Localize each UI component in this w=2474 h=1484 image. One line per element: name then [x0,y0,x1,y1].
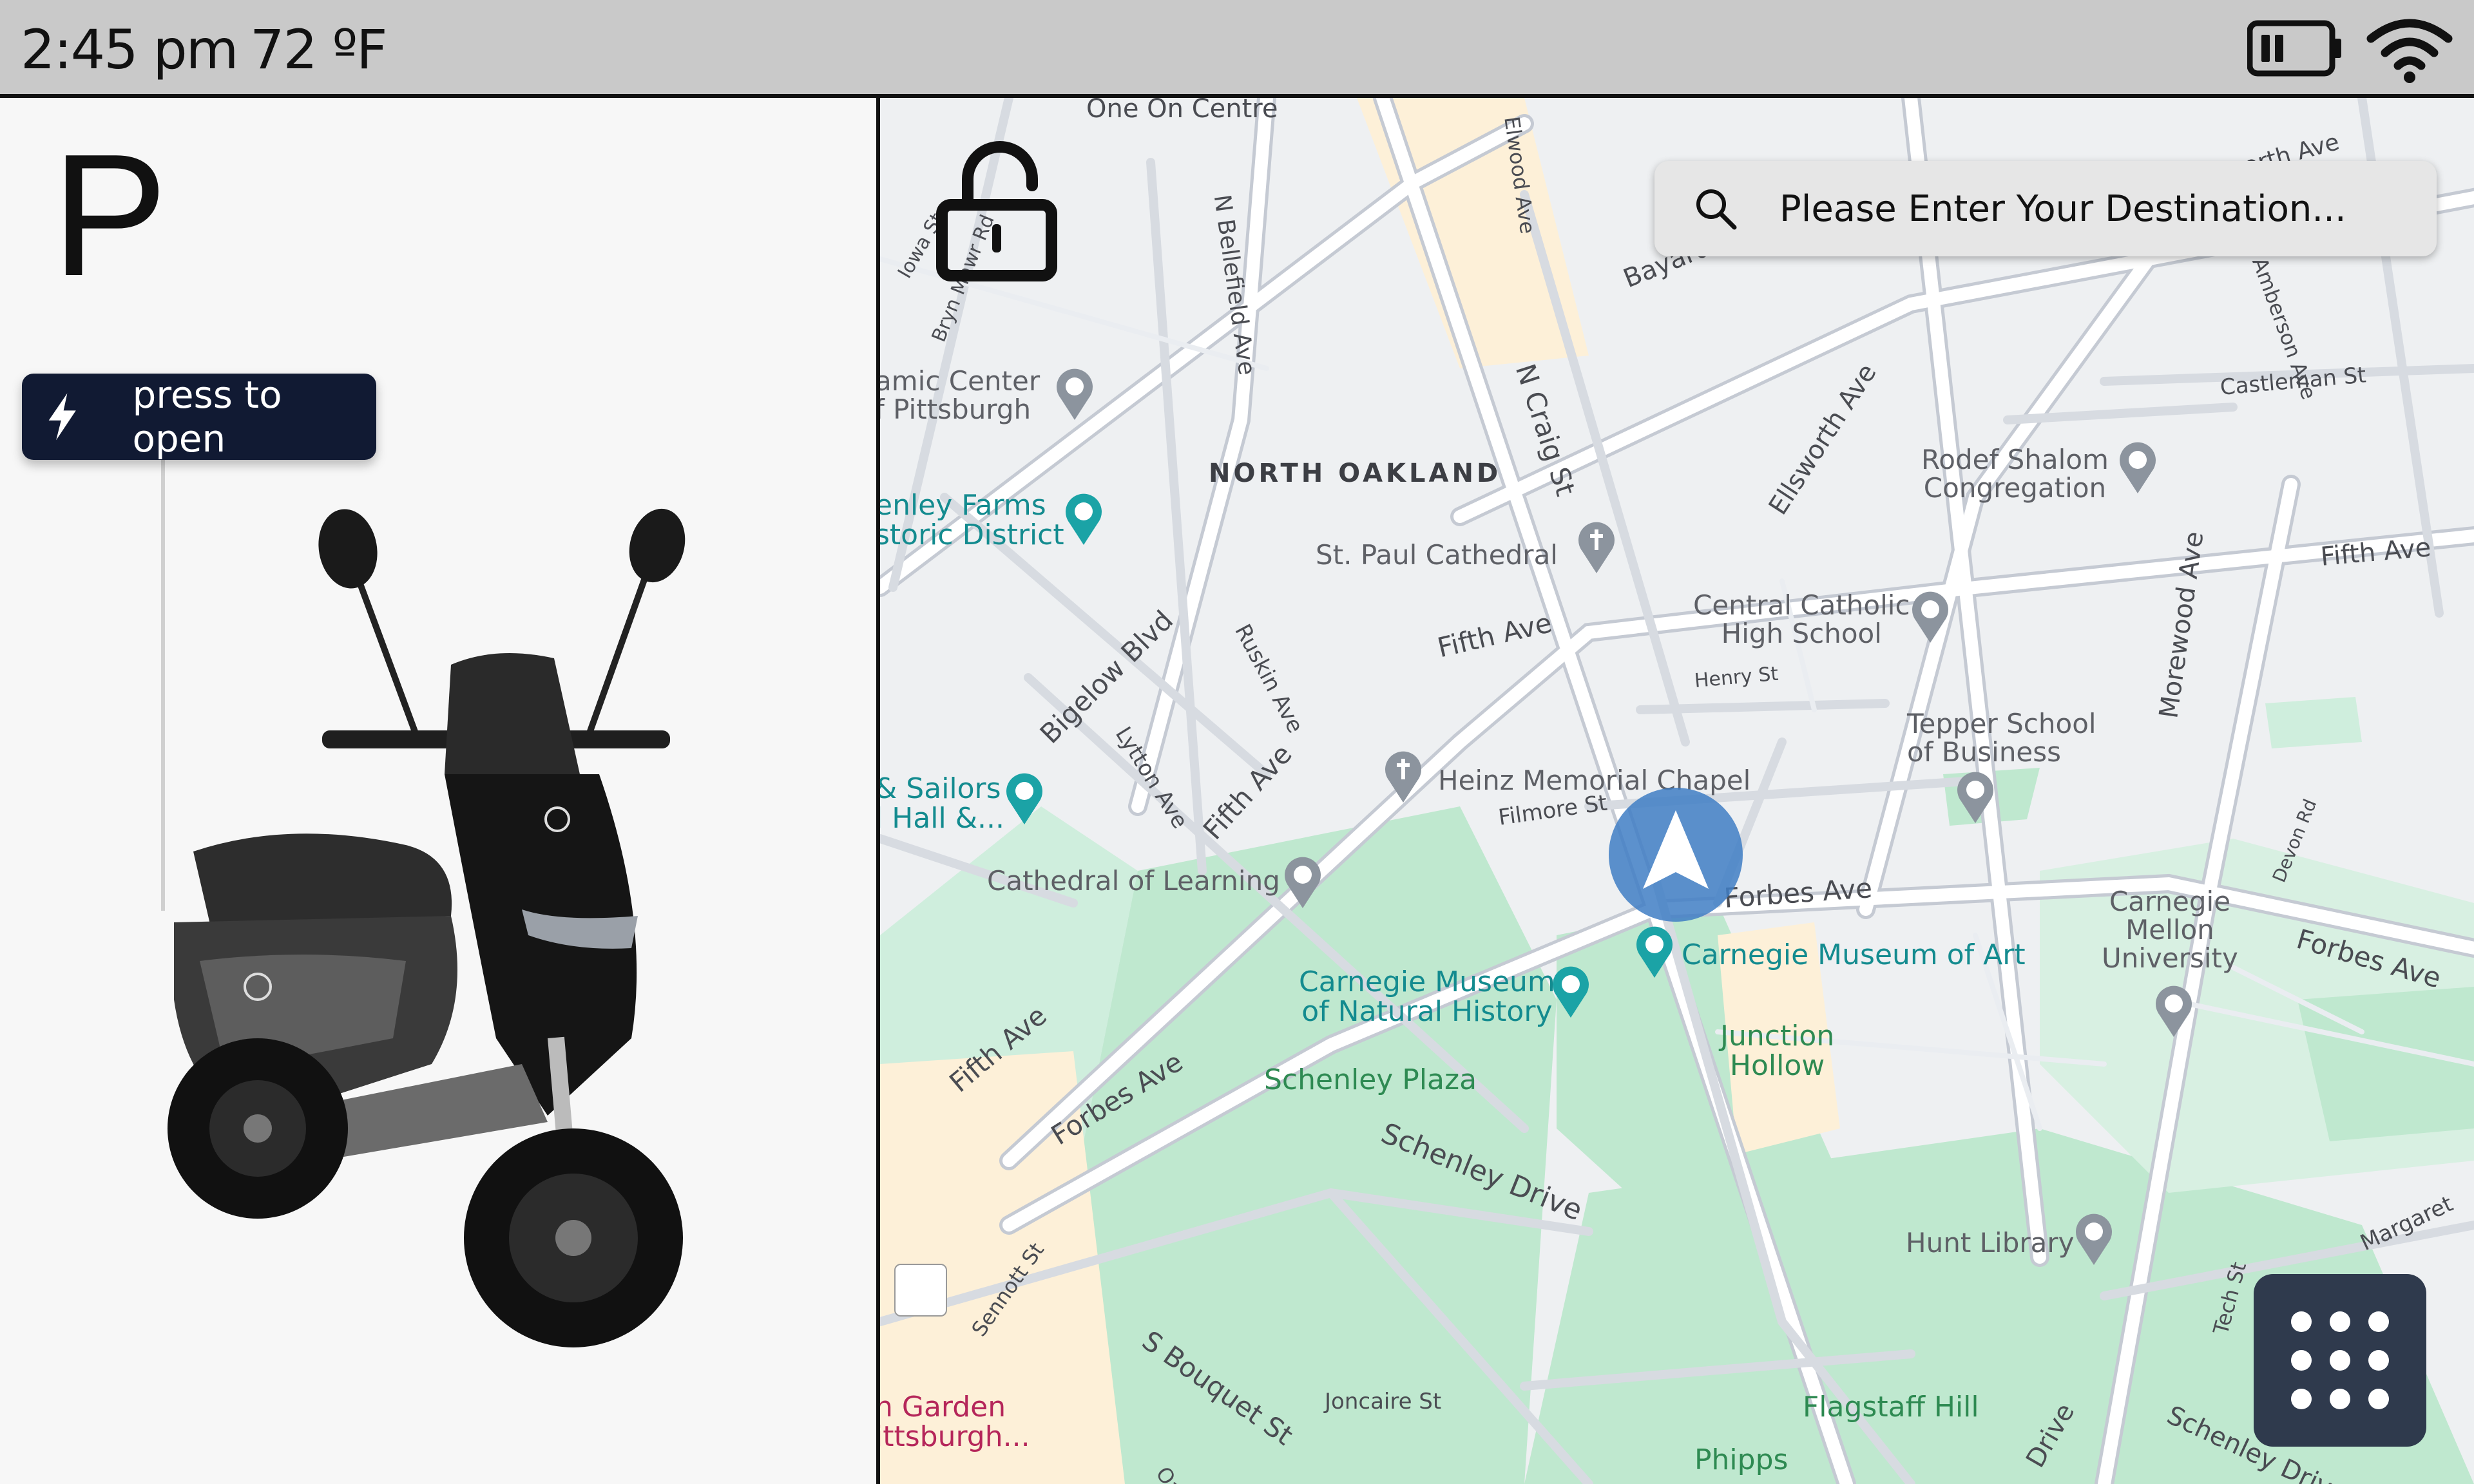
navigation-arrow-icon [1609,788,1743,922]
lightning-bolt-icon [48,393,76,441]
map-view[interactable]: One On Centre Iowa St Bryn Mawr Rd N Bel… [880,98,2474,1484]
status-bar: 2:45 pm 72 ºF [0,0,2474,98]
poi-label: Cathedral of Learning [987,865,1280,897]
poi-label: enley Farms storic District [880,489,1064,552]
ad-badge [894,1264,947,1317]
vehicle-panel: P press to open [0,98,880,1484]
apps-menu-button[interactable] [2254,1274,2426,1447]
press-to-open-label: press to open [132,373,282,461]
district-label: NORTH OAKLAND [1209,459,1502,488]
poi-pin-icon [2120,442,2156,493]
clock: 2:45 pm [21,18,238,81]
search-icon [1696,189,1737,230]
battery-icon [2247,20,2341,77]
poi-label: Central Catholic High School [1693,589,1910,650]
poi-label: Hunt Library [1906,1227,2075,1259]
poi-label: Phipps [1694,1443,1788,1476]
poi-label: n Garden ittsburgh... [880,1391,1030,1454]
street-label: One On Centre [1086,98,1278,124]
poi-pin-icon [1957,772,1993,823]
poi-label: Carnegie Museum of Natural History [1299,966,1555,1029]
press-to-open-button[interactable]: press to open [22,373,376,461]
poi-label: Schenley Plaza [1264,1063,1477,1096]
poi-label: Junction Hollow [1720,1020,1835,1083]
scooter-image [168,508,686,1347]
poi-label: & Sailors l Hall &... [880,772,1004,835]
temperature: 72 ºF [250,18,387,81]
poi-pin-icon [1912,591,1948,643]
poi-label: St. Paul Cathedral [1316,539,1558,571]
poi-pin-icon [1385,751,1421,803]
poi-label: Carnegie Mellon University [2102,886,2238,975]
poi-pin-icon [1636,926,1673,978]
poi-pin-icon [1066,493,1102,545]
poi-label: Carnegie Museum of Art [1682,938,2026,971]
unlocked-padlock-icon[interactable] [935,140,1064,282]
wifi-icon [2366,19,2453,83]
poi-label: Rodef Shalom Congregation [1921,444,2109,504]
poi-pin-icon [1578,522,1615,573]
street-label: Joncaire St [1325,1389,1442,1414]
poi-label: Flagstaff Hill [1803,1391,1979,1423]
poi-pin-icon [2076,1213,2112,1265]
poi-pin-icon [1553,966,1589,1018]
poi-label: Tepper School of Business [1907,708,2096,768]
poi-pin-icon [1006,773,1042,824]
gear-indicator: P [52,119,168,312]
poi-pin-icon [1057,368,1093,420]
poi-pin-icon [2156,985,2192,1037]
poi-pin-icon [1285,857,1321,908]
destination-input[interactable] [1778,187,2361,231]
grid-menu-icon [2291,1311,2389,1409]
poi-label: amic Center f Pittsburgh [880,365,1040,426]
destination-search-bar[interactable] [1654,161,2437,256]
